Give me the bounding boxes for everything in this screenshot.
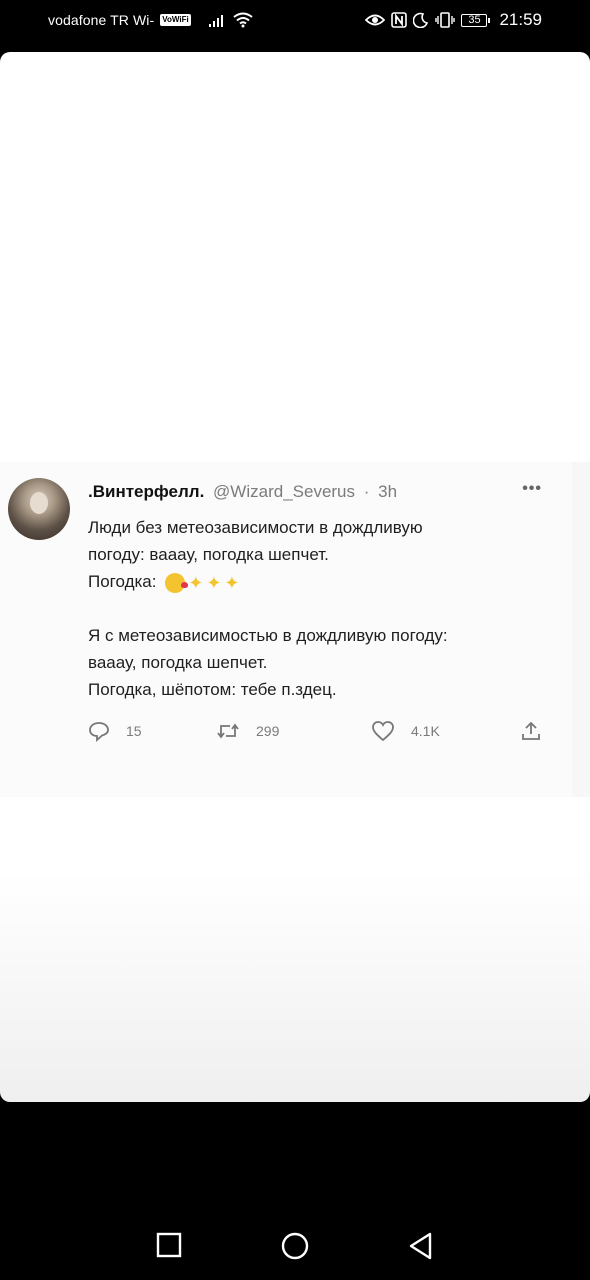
tweet-screenshot: .Винтерфелл. @Wizard_Severus · 3h ••• Лю… xyxy=(0,462,590,797)
heart-icon xyxy=(372,721,394,742)
tweet-line: вааау, погодка шепчет. xyxy=(88,653,268,672)
status-bar-right: 35 21:59 xyxy=(365,10,542,30)
battery-icon: 35 xyxy=(461,13,491,27)
reply-icon xyxy=(89,722,109,742)
tweet-line: Люди без метеозависимости в дождливую xyxy=(88,518,423,537)
like-count: 4.1K xyxy=(411,723,440,739)
home-button[interactable] xyxy=(281,1232,309,1260)
tweet-line-weather: Погодка: ✦ ✦ ✦ xyxy=(88,568,558,595)
tweet-actions: 15 299 4.1K xyxy=(88,720,553,744)
like-action: 4.1K xyxy=(371,720,440,742)
avatar xyxy=(8,478,70,540)
story-card[interactable]: .Винтерфелл. @Wizard_Severus · 3h ••• Лю… xyxy=(0,52,590,1102)
sparkles-emoji: ✦ xyxy=(206,572,222,593)
recents-button[interactable] xyxy=(156,1232,182,1258)
share-action xyxy=(520,720,542,742)
sparkles-emoji: ✦ xyxy=(188,572,204,593)
separator: · xyxy=(363,482,370,501)
tweet-header: .Винтерфелл. @Wizard_Severus · 3h xyxy=(88,482,397,502)
carrier-name: vodafone TR Wi- xyxy=(48,12,155,28)
retweet-icon xyxy=(217,723,239,739)
eye-icon xyxy=(365,14,386,26)
weather-label: Погодка: xyxy=(88,572,157,591)
time-ago: 3h xyxy=(378,482,398,501)
sparkles-emoji: ✦ xyxy=(224,572,240,593)
tweet: .Винтерфелл. @Wizard_Severus · 3h ••• Лю… xyxy=(0,462,572,797)
tweet-line: погоду: вааау, погодка шепчет. xyxy=(88,545,329,564)
avatar-face xyxy=(30,492,48,514)
vibrate-icon xyxy=(435,12,456,28)
tweet-line: Погодка, шёпотом: тебе п.здец. xyxy=(88,680,337,699)
signal-icon xyxy=(208,13,223,27)
nfc-icon xyxy=(391,12,408,28)
more-options-icon: ••• xyxy=(522,480,542,497)
reply-action: 15 xyxy=(88,720,142,742)
tweet-body: Люди без метеозависимости в дождливую по… xyxy=(88,514,558,703)
handle: @Wizard_Severus xyxy=(213,482,356,501)
phone-screen: vodafone TR Wi- VoWiFi 35 21:59 .Винтерф… xyxy=(0,0,590,1280)
kissing-face-emoji xyxy=(165,572,189,593)
emoji-row: ✦ ✦ ✦ xyxy=(165,572,240,593)
do-not-disturb-icon xyxy=(413,12,429,28)
retweet-count: 299 xyxy=(256,723,280,739)
share-icon xyxy=(522,721,540,740)
wifi-icon xyxy=(233,12,253,28)
retweet-action: 299 xyxy=(216,720,279,742)
display-name: .Винтерфелл. xyxy=(88,482,205,501)
vowifi-badge: VoWiFi xyxy=(160,14,191,26)
clock: 21:59 xyxy=(499,10,542,29)
navigation-bar xyxy=(0,1200,590,1280)
status-bar: vodafone TR Wi- VoWiFi 35 21:59 xyxy=(0,0,590,46)
back-button[interactable] xyxy=(408,1232,434,1260)
reply-count: 15 xyxy=(126,723,142,739)
tweet-line: Я с метеозависимостью в дождливую погоду… xyxy=(88,626,448,645)
status-bar-left: vodafone TR Wi- VoWiFi xyxy=(48,12,253,28)
